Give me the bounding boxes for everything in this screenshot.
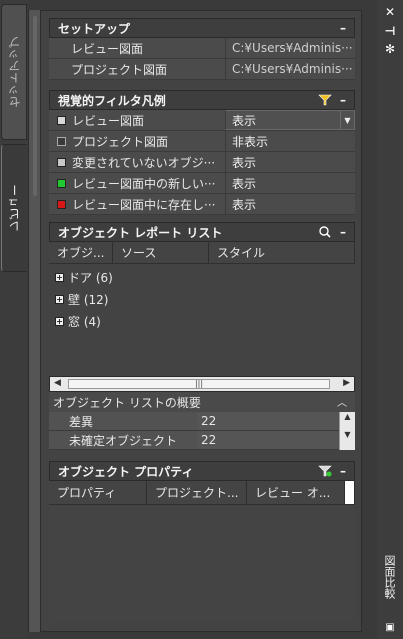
legend-row-value[interactable]: 表示 <box>225 194 355 214</box>
properties-body <box>49 505 355 621</box>
column-header[interactable]: スタイル <box>209 242 355 263</box>
legend-row-label: レビュー図面中に存在し··· <box>72 197 216 212</box>
palette-title: 図面比較 <box>383 555 396 599</box>
scroll-left-icon[interactable]: ◀ <box>54 378 61 388</box>
chevron-down-icon[interactable]: ▼ <box>340 111 354 129</box>
tab-review-label: レビュー <box>8 184 22 232</box>
column-header[interactable]: オブジ... <box>49 242 113 263</box>
tree-item-label: ドア (6) <box>68 270 113 285</box>
resize-grip[interactable] <box>33 16 37 196</box>
chevron-up-icon[interactable]: ︿ <box>337 394 347 409</box>
color-swatch <box>57 136 66 146</box>
palette-icon: ▣ <box>385 622 395 633</box>
visibility-dropdown-value: 表示 <box>232 113 257 128</box>
vertical-scrollbar[interactable]: ▲ ▼ <box>339 412 355 450</box>
color-swatch <box>57 115 66 125</box>
column-header[interactable]: プロパティ <box>49 481 147 504</box>
setup-row-label: プロジェクト図面 <box>71 62 168 77</box>
report-tree: + ドア (6) + 壁 (12) + 窓 (4) <box>49 264 355 376</box>
tab-setup[interactable]: セットアップ <box>1 4 27 140</box>
color-swatch <box>57 157 66 167</box>
legend-row-value[interactable]: 表示 <box>225 173 355 193</box>
tree-item-label: 壁 (12) <box>68 292 109 307</box>
column-filler <box>345 481 355 504</box>
autohide-icon[interactable]: ⊣ <box>383 24 397 38</box>
zoom-icon[interactable] <box>318 226 332 238</box>
legend-row-label: 変更されていないオブジ··· <box>72 155 216 170</box>
properties-title: オブジェクト プロパティ <box>58 464 194 479</box>
legend-row-label: プロジェクト図面 <box>72 134 169 149</box>
report-title: オブジェクト レポート リスト <box>58 225 223 240</box>
summary-value: 22 <box>197 412 355 430</box>
color-swatch <box>57 178 66 188</box>
legend-row-value[interactable]: 表示 <box>225 152 355 172</box>
setup-row-label: レビュー図面 <box>71 41 144 56</box>
close-icon[interactable]: ✕ <box>383 5 397 19</box>
tree-item[interactable]: + 壁 (12) <box>49 288 355 310</box>
visibility-dropdown[interactable]: 表示 ▼ <box>225 110 355 130</box>
collapse-icon[interactable]: – <box>337 94 349 106</box>
tab-setup-label: セットアップ <box>7 36 22 108</box>
filter-icon[interactable] <box>318 94 332 106</box>
collapse-icon[interactable]: – <box>337 465 349 477</box>
setup-title: セットアップ <box>58 21 131 36</box>
legend-row[interactable]: プロジェクト図面 非表示 <box>49 131 355 152</box>
properties-header[interactable]: オブジェクト プロパティ – <box>49 461 355 481</box>
tree-item[interactable]: + 窓 (4) <box>49 310 355 332</box>
review-panel: セットアップ – レビュー図面 C:¥Users¥Adminis··· プロジェ… <box>40 10 362 632</box>
legend-row[interactable]: 変更されていないオブジ··· 表示 <box>49 152 355 173</box>
report-columns: オブジ... ソース スタイル <box>49 242 355 264</box>
legend-row[interactable]: レビュー図面中に存在し··· 表示 <box>49 194 355 215</box>
summary-value: 22 <box>197 431 355 449</box>
scroll-thumb[interactable]: ||| <box>68 379 330 389</box>
scroll-right-icon[interactable]: ▶ <box>343 378 350 388</box>
object-properties-section: オブジェクト プロパティ – プロパティ プロジェクト... レビュー オ... <box>49 461 355 621</box>
column-header[interactable]: レビュー オ... <box>247 481 345 504</box>
collapse-icon[interactable]: – <box>337 22 349 34</box>
filter-icon[interactable] <box>318 465 332 477</box>
legend-row[interactable]: レビュー図面 表示 ▼ <box>49 110 355 131</box>
report-header[interactable]: オブジェクト レポート リスト – <box>49 222 355 242</box>
summary-header[interactable]: オブジェクト リストの概要 ︿ <box>49 392 355 412</box>
object-report-section: オブジェクト レポート リスト – オブジ... ソース スタイル + ドア (6… <box>49 222 355 450</box>
legend-row[interactable]: レビュー図面中の新しい··· 表示 <box>49 173 355 194</box>
legend-title: 視覚的フィルタ凡例 <box>58 93 166 108</box>
legend-row-label: レビュー図面 <box>72 113 145 128</box>
column-header[interactable]: プロジェクト... <box>147 481 247 504</box>
summary-table: 差異 22 未確定オブジェクト 22 ▲ ▼ <box>49 412 355 450</box>
summary-key: 未確定オブジェクト <box>69 433 178 448</box>
setup-row-value[interactable]: C:¥Users¥Adminis··· <box>225 59 355 79</box>
summary-row: 未確定オブジェクト 22 <box>49 431 355 450</box>
properties-columns: プロパティ プロジェクト... レビュー オ... <box>49 481 355 505</box>
setup-row-value[interactable]: C:¥Users¥Adminis··· <box>225 38 355 58</box>
tree-item[interactable]: + ドア (6) <box>49 266 355 288</box>
summary-row: 差異 22 <box>49 412 355 431</box>
legend-header[interactable]: 視覚的フィルタ凡例 – <box>49 90 355 110</box>
setup-row[interactable]: レビュー図面 C:¥Users¥Adminis··· <box>49 38 355 59</box>
expand-icon[interactable]: + <box>55 294 64 304</box>
filter-legend-section: 視覚的フィルタ凡例 – レビュー図面 表示 ▼ プロジェクト図面 非表示 変更され… <box>49 90 355 215</box>
expand-icon[interactable]: + <box>55 272 64 282</box>
summary-title: オブジェクト リストの概要 <box>53 395 201 410</box>
legend-row-label: レビュー図面中の新しい··· <box>72 176 216 191</box>
horizontal-scrollbar[interactable]: ◀ ||| ▶ <box>49 376 355 392</box>
palette-titlebar: ✕ ⊣ ✻ 図面比較 ▣ <box>377 0 403 639</box>
tree-item-label: 窓 (4) <box>68 314 101 329</box>
tab-review[interactable]: レビュー <box>1 144 27 272</box>
setup-section: セットアップ – レビュー図面 C:¥Users¥Adminis··· プロジェ… <box>49 18 355 80</box>
setup-row[interactable]: プロジェクト図面 C:¥Users¥Adminis··· <box>49 59 355 80</box>
left-tab-strip: セットアップ レビュー <box>0 0 28 639</box>
legend-row-value[interactable]: 非表示 <box>225 131 355 151</box>
settings-icon[interactable]: ✻ <box>383 42 397 56</box>
column-header[interactable]: ソース <box>113 242 209 263</box>
collapse-icon[interactable]: – <box>337 226 349 238</box>
panel-left-edge <box>28 10 40 632</box>
color-swatch <box>57 199 66 209</box>
summary-key: 差異 <box>69 414 94 429</box>
expand-icon[interactable]: + <box>55 316 64 326</box>
setup-header[interactable]: セットアップ – <box>49 18 355 38</box>
